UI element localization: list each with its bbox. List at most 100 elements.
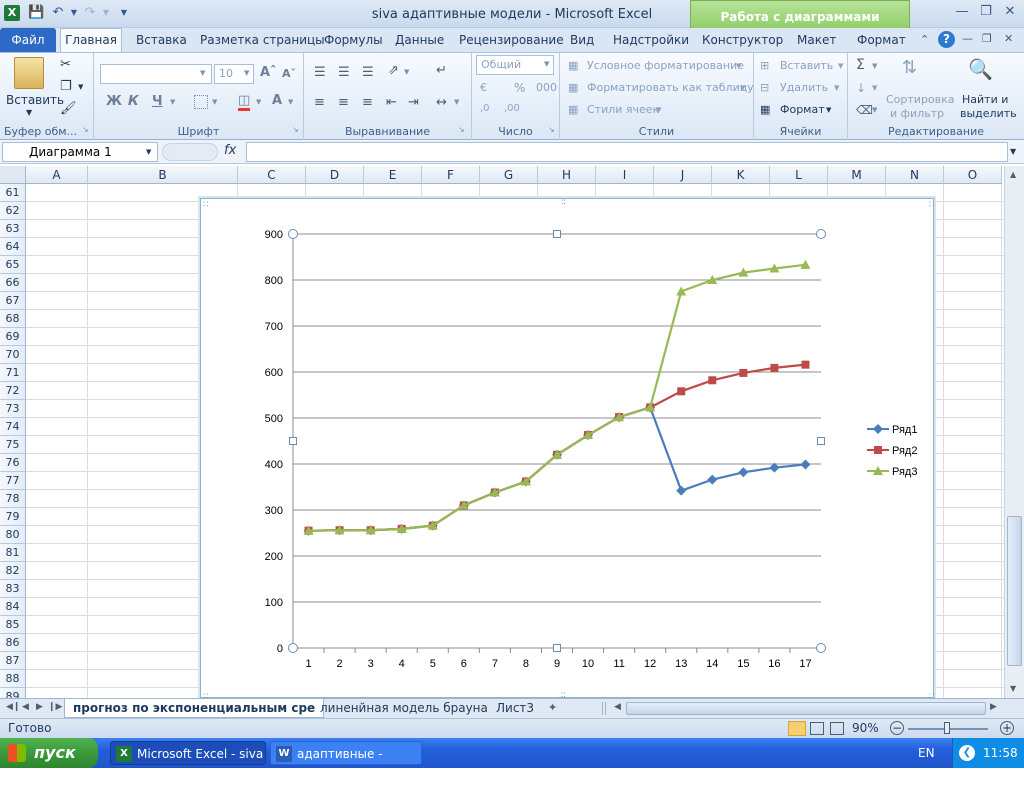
insert-cells-icon[interactable]: ⊞ bbox=[760, 59, 769, 72]
column-header-L[interactable]: L bbox=[770, 166, 828, 184]
shrink-font-icon[interactable]: Aˇ bbox=[282, 67, 296, 80]
line-chart[interactable]: 01002003004005006007008009001 2 3 4 5 6 7 8 9 10 1… bbox=[201, 198, 935, 702]
zoom-slider-thumb[interactable] bbox=[944, 722, 950, 734]
workbook-close-icon[interactable]: ✕ bbox=[1004, 32, 1013, 45]
insert-sheet-icon[interactable]: ✦ bbox=[548, 701, 557, 714]
row-header-72[interactable]: 72 bbox=[0, 382, 26, 400]
format-cells-icon[interactable]: ▦ bbox=[760, 103, 770, 116]
row-header-62[interactable]: 62 bbox=[0, 202, 26, 220]
page-layout-view-icon[interactable] bbox=[810, 722, 824, 735]
horizontal-scroll-thumb[interactable] bbox=[626, 702, 986, 715]
row-header-89[interactable]: 89 bbox=[0, 688, 26, 698]
comma-style-icon[interactable]: 000 bbox=[536, 81, 557, 94]
number-launcher-icon[interactable]: ↘ bbox=[548, 125, 555, 134]
format-as-table-button[interactable]: Форматировать как таблицу bbox=[587, 81, 754, 94]
column-header-E[interactable]: E bbox=[364, 166, 422, 184]
minimize-ribbon-icon[interactable]: ⌃ bbox=[920, 33, 929, 46]
merge-center-icon[interactable]: ↔ bbox=[436, 95, 447, 110]
row-header-73[interactable]: 73 bbox=[0, 400, 26, 418]
format-as-table-icon[interactable]: ▦ bbox=[568, 81, 578, 94]
paste-dropdown-icon[interactable]: ▼ bbox=[26, 108, 32, 117]
clipboard-launcher-icon[interactable]: ↘ bbox=[82, 125, 89, 134]
row-header-65[interactable]: 65 bbox=[0, 256, 26, 274]
tray-arrow-icon[interactable]: ❮ bbox=[959, 745, 975, 761]
autosum-dropdown-icon[interactable]: ▼ bbox=[872, 62, 877, 70]
row-header-61[interactable]: 61 bbox=[0, 184, 26, 202]
percent-icon[interactable]: % bbox=[514, 81, 525, 95]
row-header-78[interactable]: 78 bbox=[0, 490, 26, 508]
align-middle-icon[interactable]: ☰ bbox=[338, 65, 350, 80]
close-icon[interactable]: ✕ bbox=[1000, 4, 1020, 22]
fill-color-icon[interactable]: ◫ bbox=[238, 93, 251, 111]
increase-indent-icon[interactable]: ⇥ bbox=[408, 95, 419, 110]
formula-bar-handle[interactable] bbox=[162, 143, 218, 161]
column-header-H[interactable]: H bbox=[538, 166, 596, 184]
cut-icon[interactable]: ✂ bbox=[60, 57, 71, 72]
row-header-77[interactable]: 77 bbox=[0, 472, 26, 490]
vertical-scroll-thumb[interactable] bbox=[1007, 516, 1022, 666]
sheet-tab[interactable]: линенйная модель брауна bbox=[312, 699, 496, 718]
row-header-74[interactable]: 74 bbox=[0, 418, 26, 436]
format-painter-icon[interactable]: 🖌 bbox=[60, 101, 77, 116]
scroll-down-icon[interactable]: ▼ bbox=[1010, 684, 1016, 693]
row-header-69[interactable]: 69 bbox=[0, 328, 26, 346]
row-header-80[interactable]: 80 bbox=[0, 526, 26, 544]
conditional-format-button[interactable]: Условное форматирование bbox=[587, 59, 744, 72]
taskbar-excel[interactable]: X Microsoft Excel - siva ... bbox=[110, 741, 266, 785]
align-bottom-icon[interactable]: ☰ bbox=[362, 65, 374, 80]
column-header-I[interactable]: I bbox=[596, 166, 654, 184]
column-header-D[interactable]: D bbox=[306, 166, 364, 184]
column-header-C[interactable]: C bbox=[238, 166, 306, 184]
tab-split-handle[interactable] bbox=[602, 702, 606, 715]
sort-filter-button-line2[interactable]: и фильтр bbox=[890, 107, 944, 120]
alignment-launcher-icon[interactable]: ↘ bbox=[458, 125, 465, 134]
bold-button[interactable]: Ж bbox=[106, 94, 122, 109]
help-icon[interactable]: ? bbox=[938, 31, 955, 48]
delete-cells-icon[interactable]: ⊟ bbox=[760, 81, 769, 94]
align-right-icon[interactable]: ≡ bbox=[362, 95, 373, 110]
column-header-M[interactable]: M bbox=[828, 166, 886, 184]
first-sheet-icon[interactable]: ◀❙ bbox=[6, 702, 20, 712]
column-header-O[interactable]: O bbox=[944, 166, 1002, 184]
fill-dropdown-icon[interactable]: ▼ bbox=[872, 84, 877, 92]
row-header-71[interactable]: 71 bbox=[0, 364, 26, 382]
insert-function-button[interactable]: fx bbox=[224, 143, 236, 158]
underline-button[interactable]: Ч bbox=[152, 94, 163, 109]
prev-sheet-icon[interactable]: ◀ bbox=[22, 702, 29, 712]
font-launcher-icon[interactable]: ↘ bbox=[292, 125, 299, 134]
underline-dropdown-icon[interactable]: ▼ bbox=[170, 98, 175, 106]
zoom-out-icon[interactable]: − bbox=[890, 721, 904, 735]
vertical-scrollbar[interactable]: ▲ ▼ bbox=[1004, 166, 1024, 698]
insert-cells-dropdown-icon[interactable]: ▼ bbox=[838, 62, 843, 70]
restore-icon[interactable]: ❐ bbox=[976, 4, 996, 22]
workbook-restore-icon[interactable]: ❐ bbox=[982, 32, 992, 45]
currency-icon[interactable]: € bbox=[480, 81, 487, 94]
number-format-combo[interactable]: Общий bbox=[476, 55, 554, 75]
scroll-up-icon[interactable]: ▲ bbox=[1010, 170, 1016, 179]
format-as-table-dropdown-icon[interactable]: ▼ bbox=[740, 84, 745, 92]
format-cells-button[interactable]: Формат bbox=[780, 103, 825, 116]
tab-file[interactable]: Файл bbox=[0, 28, 56, 52]
row-header-83[interactable]: 83 bbox=[0, 580, 26, 598]
wrap-text-icon[interactable]: ↵ bbox=[436, 63, 447, 78]
row-header-82[interactable]: 82 bbox=[0, 562, 26, 580]
number-format-dropdown-icon[interactable]: ▼ bbox=[544, 60, 549, 68]
row-header-85[interactable]: 85 bbox=[0, 616, 26, 634]
font-color-icon[interactable]: A bbox=[272, 93, 282, 108]
decrease-decimal-icon[interactable]: ,00 bbox=[504, 103, 520, 114]
delete-cells-button[interactable]: Удалить bbox=[780, 81, 828, 94]
start-button[interactable]: пуск bbox=[0, 738, 98, 768]
expand-formula-icon[interactable]: ▼ bbox=[1010, 147, 1016, 156]
borders-dropdown-icon[interactable]: ▼ bbox=[212, 98, 217, 106]
tab-view[interactable]: Вид bbox=[570, 33, 594, 47]
font-name-combo[interactable] bbox=[100, 64, 212, 84]
column-header-A[interactable]: A bbox=[26, 166, 88, 184]
row-header-81[interactable]: 81 bbox=[0, 544, 26, 562]
chart-object[interactable]: 0 100 200 300 400 500 600 700 800 900 1 2 3 4 5 6 7 8 9 10 1… bbox=[200, 198, 935, 702]
scroll-left-icon[interactable]: ◀ bbox=[614, 702, 621, 712]
tab-page-layout[interactable]: Разметка страницы bbox=[200, 33, 325, 47]
sheet-tab[interactable]: Лист3 bbox=[488, 699, 542, 718]
find-select-button-line1[interactable]: Найти и bbox=[962, 93, 1008, 106]
sheet-tab-active[interactable]: прогноз по экспоненциальным сре bbox=[64, 699, 325, 718]
tab-review[interactable]: Рецензирование bbox=[459, 33, 564, 47]
